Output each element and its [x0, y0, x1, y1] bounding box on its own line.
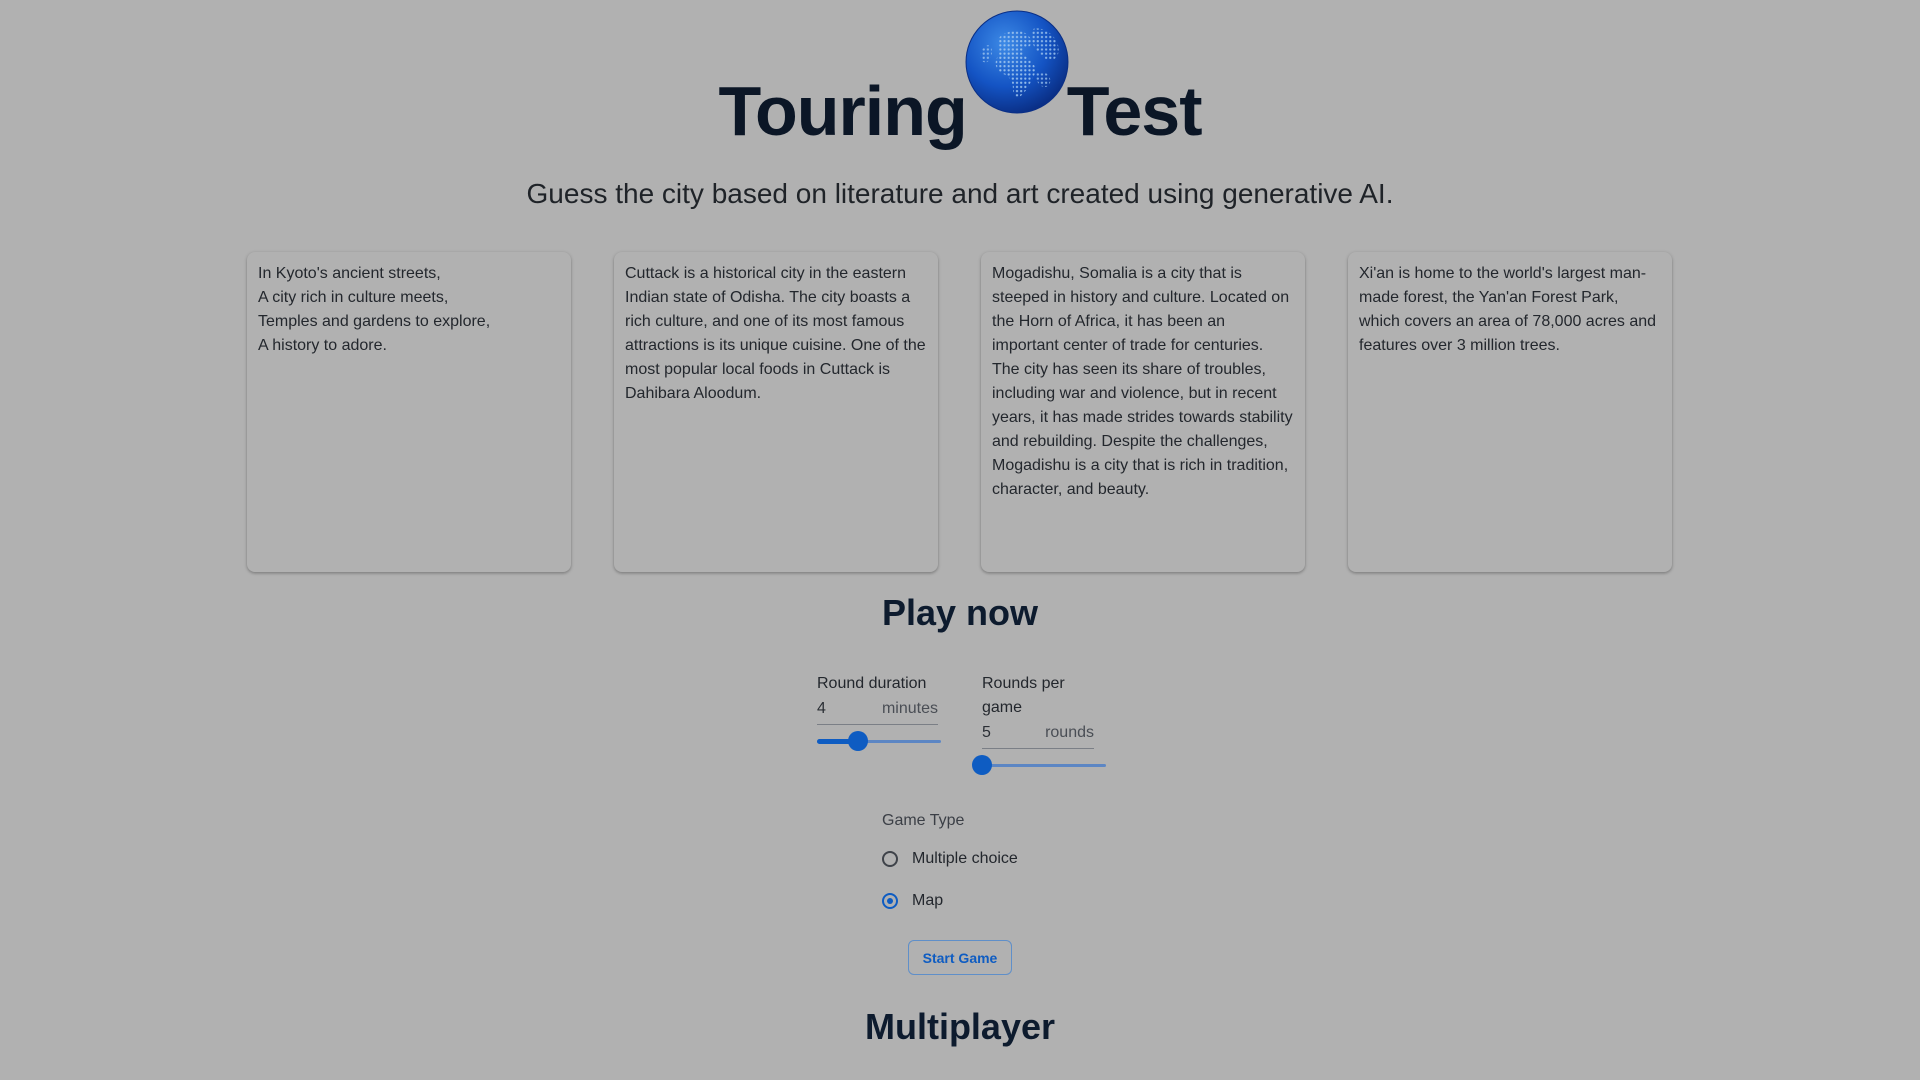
example-cards: In Kyoto's ancient streets, A city rich …	[247, 252, 1673, 572]
slider-track[interactable]	[982, 764, 1106, 767]
round-duration-unit: minutes	[881, 700, 938, 717]
page: Touring Test Guess the city based on lit…	[0, 0, 1920, 1080]
round-duration-label: Round duration	[817, 675, 927, 692]
globe-icon	[965, 10, 1069, 114]
round-duration-slider[interactable]	[817, 731, 941, 751]
rounds-per-game-unit: rounds	[1045, 724, 1094, 741]
round-duration-input[interactable]: 4 minutes	[817, 696, 938, 725]
option-label[interactable]: Map	[912, 892, 943, 910]
rounds-per-game-control: Rounds per game 5 rounds	[972, 672, 1106, 775]
multiplayer-heading: Multiplayer	[864, 1006, 1056, 1047]
game-type-option-multiple-choice[interactable]: Multiple choice	[882, 838, 1018, 880]
logo: Touring Test	[0, 10, 1920, 156]
rounds-per-game-input[interactable]: 5 rounds	[982, 720, 1094, 749]
option-label[interactable]: Multiple choice	[912, 850, 1018, 868]
example-card: In Kyoto's ancient streets, A city rich …	[247, 252, 571, 572]
example-card: Xi'an is home to the world's largest man…	[1348, 252, 1672, 572]
logo-text-right: Test	[1066, 72, 1203, 150]
radio-button[interactable]	[882, 851, 898, 867]
game-type-group: Game Type Multiple choice Map	[882, 812, 1018, 922]
slider-thumb[interactable]	[972, 755, 992, 775]
round-duration-value[interactable]: 4	[817, 700, 826, 718]
rounds-per-game-label: Rounds per game	[982, 675, 1065, 716]
example-card: Cuttack is a historical city in the east…	[614, 252, 938, 572]
example-card: Mogadishu, Somalia is a city that is ste…	[981, 252, 1305, 572]
slider-thumb[interactable]	[847, 731, 868, 751]
game-type-label: Game Type	[882, 812, 965, 829]
game-settings: Round duration 4 minutes Rounds per game…	[817, 672, 1106, 775]
logo-text-left: Touring	[718, 72, 967, 150]
rounds-per-game-slider[interactable]	[972, 755, 1106, 775]
round-duration-control: Round duration 4 minutes	[817, 672, 941, 775]
rounds-per-game-value[interactable]: 5	[982, 724, 991, 742]
start-game-button[interactable]: Start Game	[908, 940, 1012, 975]
game-type-option-map[interactable]: Map	[882, 880, 1018, 922]
tagline: Guess the city based on literature and a…	[526, 178, 1394, 209]
radio-button[interactable]	[882, 893, 898, 909]
play-now-heading: Play now	[881, 592, 1039, 633]
